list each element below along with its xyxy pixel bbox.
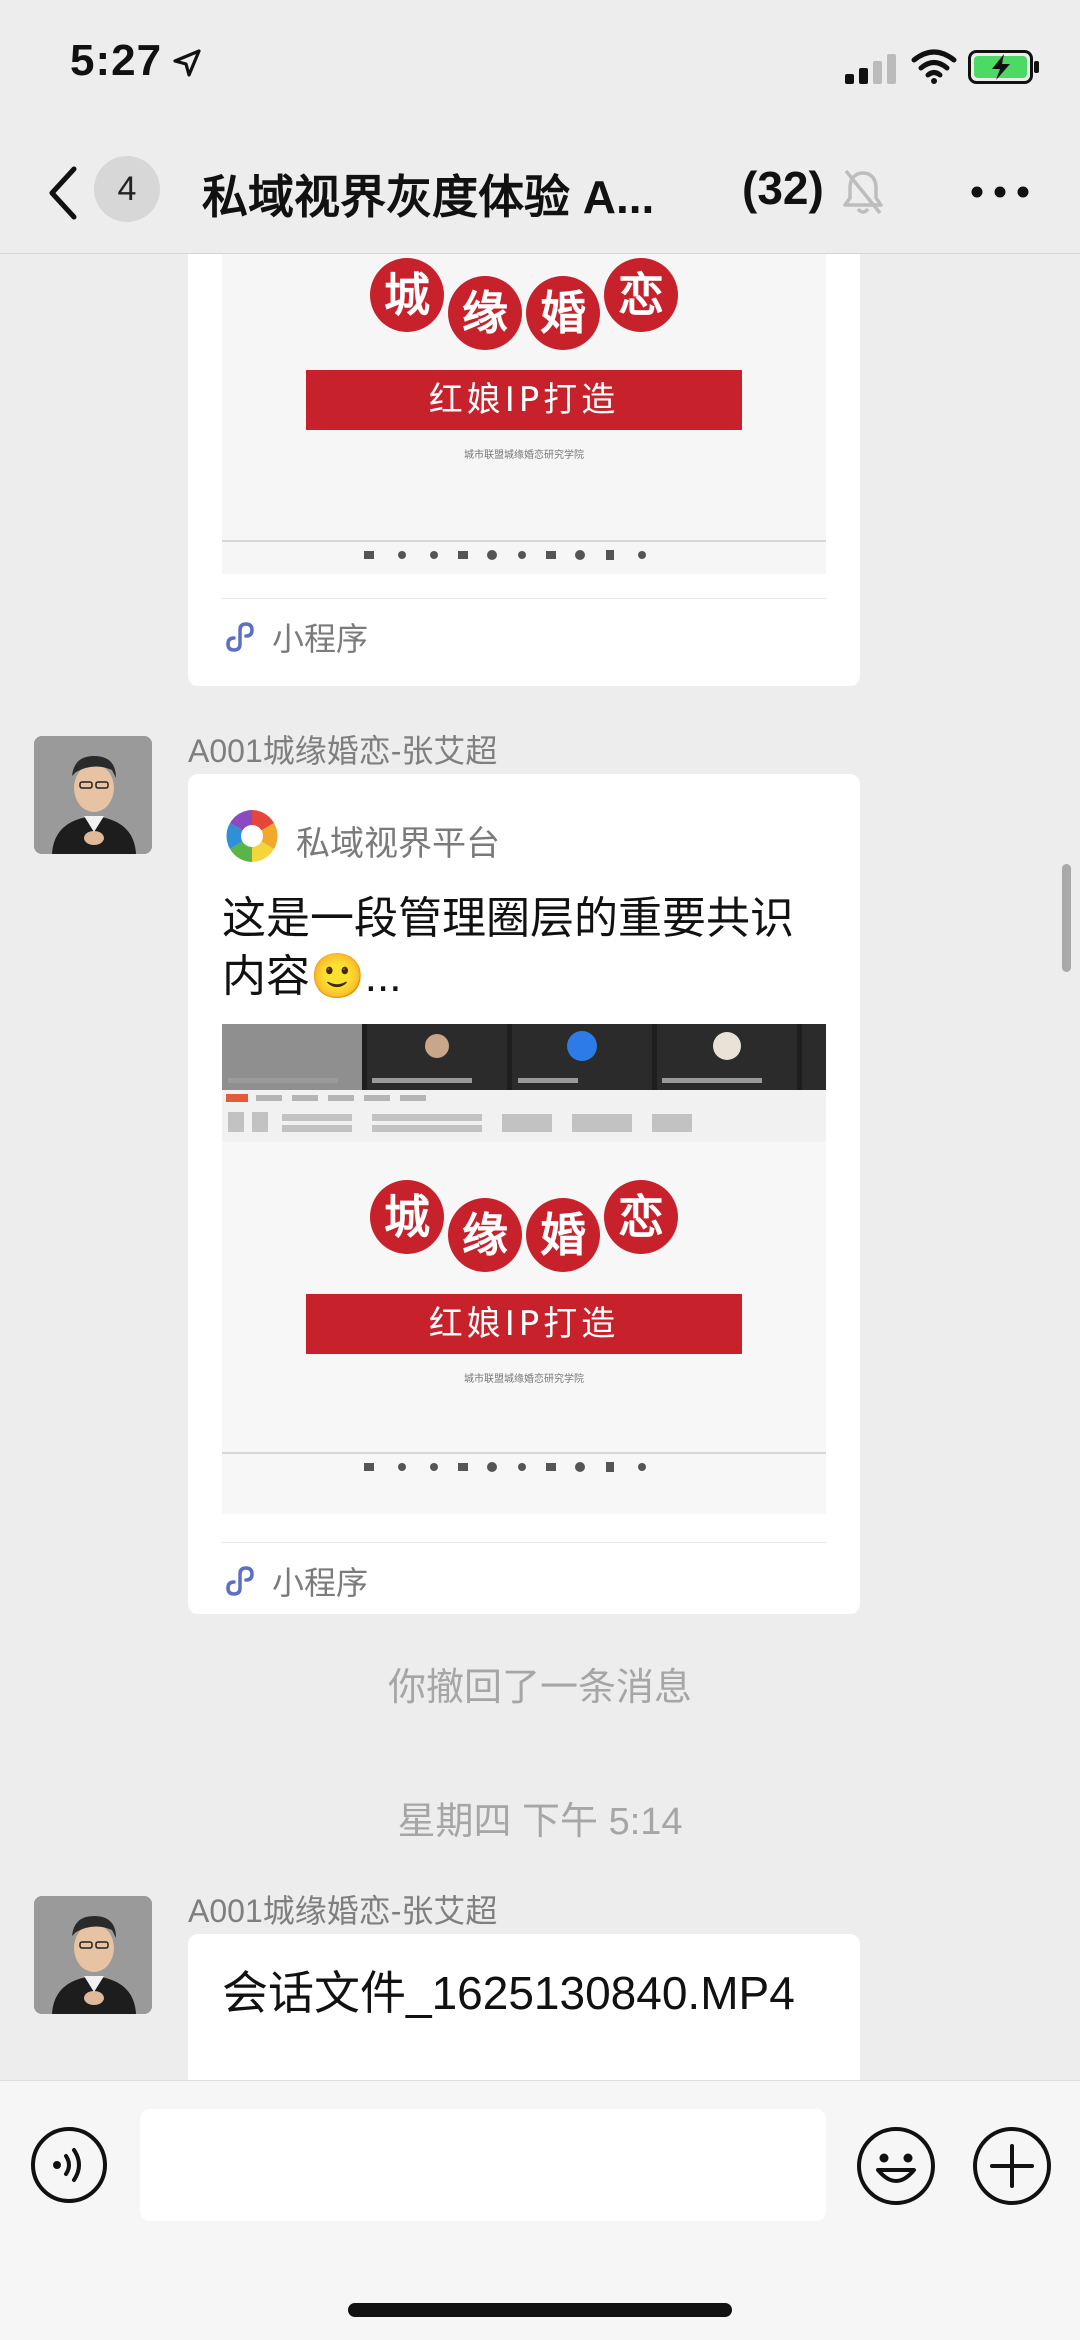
avatar[interactable]: [34, 1896, 152, 2014]
sender-name[interactable]: A001城缘婚恋-张艾超: [188, 726, 497, 772]
slide-subtitle: 城市联盟城缘婚恋研究学院: [464, 1374, 584, 1385]
slide-title-char: 缘: [448, 1198, 522, 1272]
unread-count-badge[interactable]: 4: [94, 156, 160, 222]
status-time: 5:27: [70, 36, 163, 85]
timestamp: 星期四 下午 5:14: [397, 1801, 683, 1843]
slide-title-char: 恋: [604, 1180, 678, 1254]
slide-toolbar: [222, 1452, 826, 1480]
slide-title-char: 缘: [448, 276, 522, 350]
mini-program-card[interactable]: 私域视界平台 这是一段管理圈层的重要共识内容🙂... 城 缘 婚 恋 红娘IP打…: [188, 774, 860, 1614]
input-bar: [0, 2080, 1080, 2340]
slide-subtitle: 城市联盟城缘婚恋研究学院: [464, 450, 584, 461]
scrollbar[interactable]: [1062, 864, 1071, 972]
card-divider: [222, 1542, 826, 1543]
sender-name[interactable]: A001城缘婚恋-张艾超: [188, 1886, 497, 1932]
more-icon[interactable]: [970, 185, 1030, 199]
document-toolbar: [222, 1090, 826, 1143]
signal-icon: [845, 54, 896, 84]
emoji-icon[interactable]: [856, 2126, 936, 2206]
slide-title-char: 城: [370, 258, 444, 332]
source-name: 私域视界平台: [296, 825, 500, 863]
slide-title-char: 婚: [526, 276, 600, 350]
slide-title-char: 恋: [604, 258, 678, 332]
mini-program-card[interactable]: 城 缘 婚 恋 红娘IP打造 城市联盟城缘婚恋研究学院 小程序: [188, 254, 860, 686]
battery-charging-icon: [968, 50, 1039, 84]
meeting-video-strip: [222, 1024, 826, 1090]
slide: 城 缘 婚 恋 红娘IP打造 城市联盟城缘婚恋研究学院: [222, 1142, 826, 1514]
location-arrow-icon: [173, 49, 201, 77]
member-count[interactable]: (32): [742, 161, 824, 215]
slide-ribbon: 红娘IP打造: [306, 370, 742, 430]
slide-toolbar: [222, 540, 826, 568]
message-input[interactable]: [140, 2109, 826, 2221]
recall-notice: 你撤回了一条消息: [387, 1667, 692, 1709]
card-text: 这是一段管理圈层的重要共识内容🙂...: [222, 894, 794, 1001]
slide-title-char: 城: [370, 1180, 444, 1254]
mini-program-label: 小程序: [272, 1565, 369, 1601]
plus-icon[interactable]: [972, 2126, 1052, 2206]
status-bar: 5:27: [0, 0, 1080, 135]
file-name: 会话文件_1625130840.MP4: [222, 1967, 795, 2019]
slide-title-char: 婚: [526, 1198, 600, 1272]
message-list[interactable]: 城 缘 婚 恋 红娘IP打造 城市联盟城缘婚恋研究学院 小程序 A001城缘婚恋…: [0, 254, 1080, 2080]
mini-program-label: 小程序: [272, 621, 369, 657]
voice-icon[interactable]: [30, 2126, 108, 2204]
avatar[interactable]: [34, 736, 152, 854]
back-chevron-icon[interactable]: [44, 163, 80, 223]
card-screenshot: 城 缘 婚 恋 红娘IP打造 城市联盟城缘婚恋研究学院: [222, 254, 826, 574]
mute-bell-icon: [843, 169, 883, 215]
card-screenshot: 城 缘 婚 恋 红娘IP打造 城市联盟城缘婚恋研究学院: [222, 1024, 826, 1514]
chat-title[interactable]: 私域视界灰度体验 A...: [202, 161, 702, 227]
card-divider: [222, 598, 826, 599]
chat-header: 4 私域视界灰度体验 A... (32): [0, 135, 1080, 254]
wifi-icon: [911, 49, 957, 84]
mini-program-icon: [226, 622, 254, 652]
mini-program-icon: [226, 1566, 254, 1596]
home-indicator[interactable]: [348, 2303, 732, 2317]
file-message-card[interactable]: 会话文件_1625130840.MP4: [188, 1934, 860, 2080]
platform-logo-icon: [226, 810, 278, 862]
slide-ribbon: 红娘IP打造: [306, 1294, 742, 1354]
